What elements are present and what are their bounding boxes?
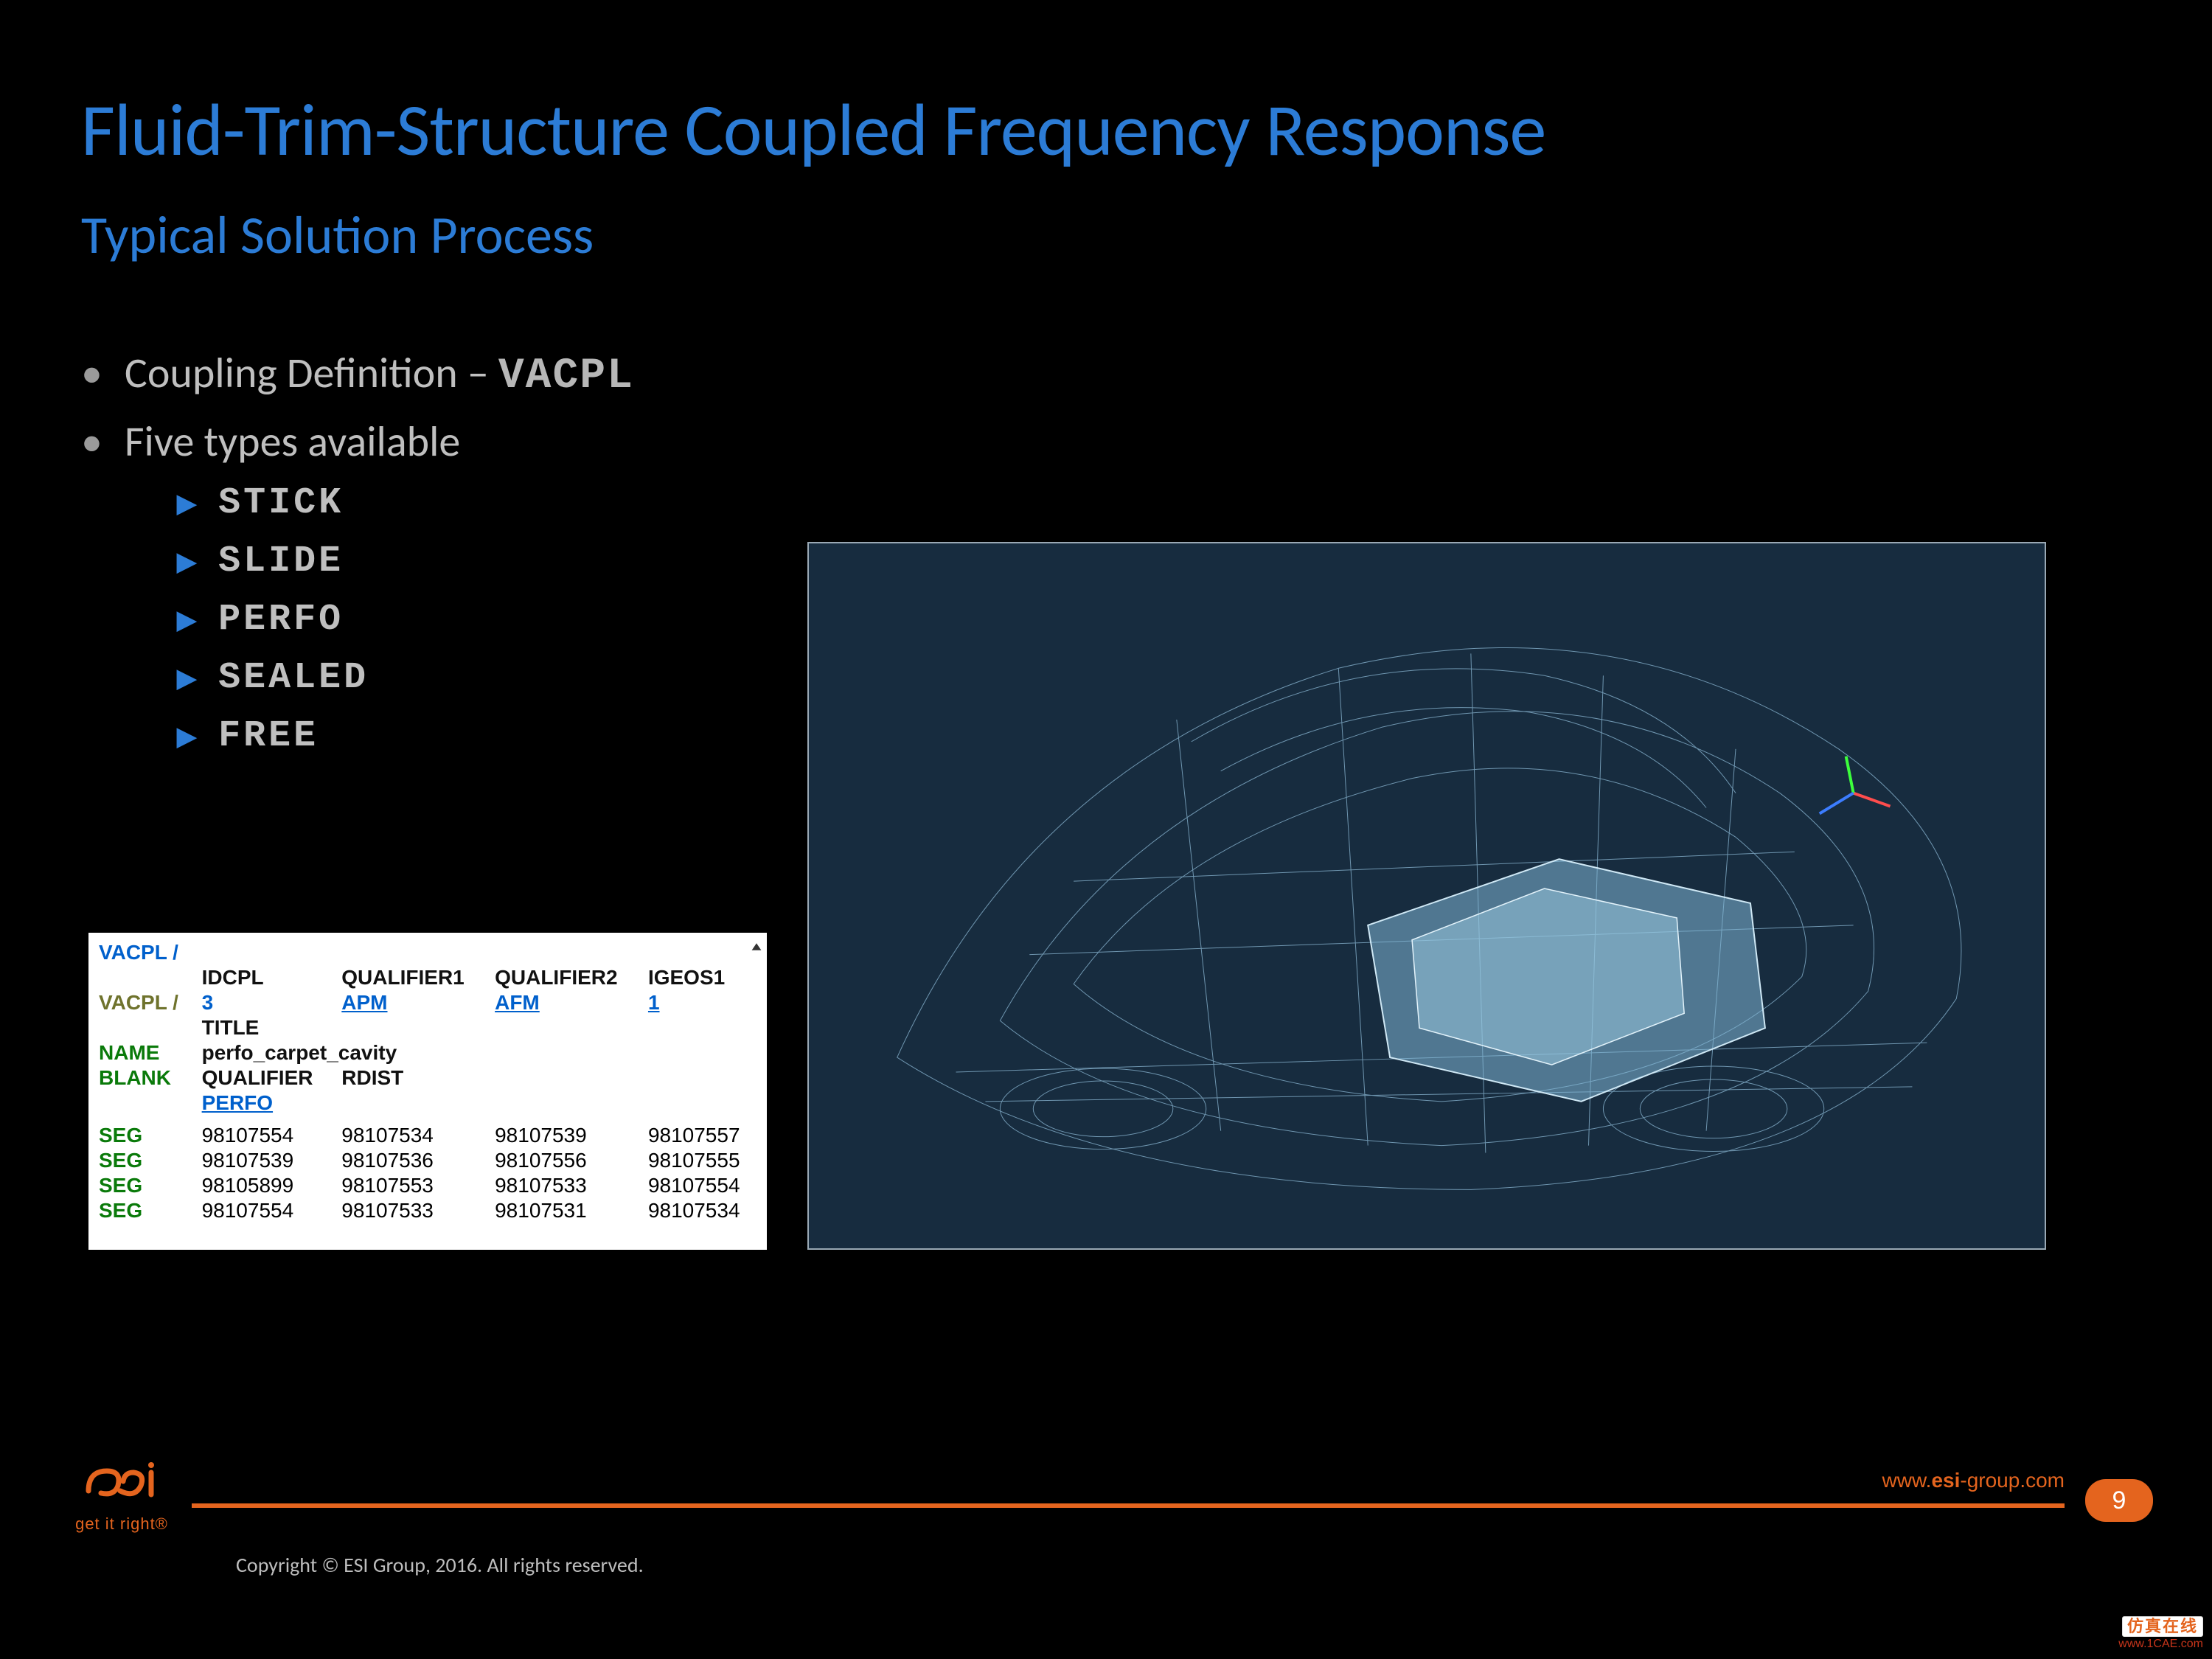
col-header: IDCPL <box>198 965 338 990</box>
cell: 98107534 <box>337 1123 490 1148</box>
bullet-text: Five types available <box>125 415 460 467</box>
watermark-label: 仿真在线 <box>2122 1616 2203 1637</box>
table-row: VACPL / <box>94 940 761 965</box>
bullet-l2-text: STICK <box>218 482 344 524</box>
brand-tagline: get it right® <box>59 1514 184 1534</box>
cell: 98107533 <box>490 1173 644 1198</box>
table-row: PERFO <box>94 1091 761 1116</box>
row-label: BLANK <box>94 1065 198 1091</box>
table-row: BLANK QUALIFIER RDIST <box>94 1065 761 1091</box>
arrow-icon: ▶ <box>177 489 196 518</box>
content-area: • Coupling Definition – VACPL • Five typ… <box>81 347 818 773</box>
cell-link[interactable]: AFM <box>490 990 644 1015</box>
scroll-up-icon[interactable] <box>751 934 762 946</box>
table-row: NAME perfo_carpet_cavity <box>94 1040 761 1065</box>
table-row: VACPL / 3 APM AFM 1 <box>94 990 761 1015</box>
bullet-l2: ▶ SLIDE <box>177 540 818 582</box>
table-row <box>94 1116 761 1123</box>
page-number-badge: 9 <box>2085 1479 2153 1522</box>
row-label: VACPL / <box>94 940 198 965</box>
cell: 98107531 <box>490 1198 644 1223</box>
bullet-dot-icon: • <box>81 420 102 463</box>
bullet-l2: ▶ SEALED <box>177 657 818 699</box>
bullet-l1: • Coupling Definition – VACPL <box>81 347 818 400</box>
bullet-dot-icon: • <box>81 352 102 394</box>
slide-title: Fluid-Trim-Structure Coupled Frequency R… <box>81 85 1545 175</box>
slide: Fluid-Trim-Structure Coupled Frequency R… <box>0 0 2212 1659</box>
footer-url: www.esi-group.com <box>1882 1469 2065 1492</box>
cell: 98107553 <box>337 1173 490 1198</box>
data-card: VACPL / IDCPL QUALIFIER1 QUALIFIER2 IGEO… <box>88 933 767 1250</box>
cell: 98107555 <box>644 1148 761 1173</box>
cell: 98105899 <box>198 1173 338 1198</box>
cell: 98107554 <box>198 1123 338 1148</box>
row-label: NAME <box>94 1040 198 1065</box>
cell: 98107534 <box>644 1198 761 1223</box>
row-label: SEG <box>94 1123 198 1148</box>
cell: 3 <box>198 990 338 1015</box>
cell: 98107536 <box>337 1148 490 1173</box>
bullet-l2-text: SLIDE <box>218 540 344 582</box>
row-label: SEG <box>94 1198 198 1223</box>
bullet-l2-text: SEALED <box>218 657 369 699</box>
cell: 98107554 <box>198 1198 338 1223</box>
car-wireframe-icon <box>809 543 2045 1248</box>
arrow-icon: ▶ <box>177 547 196 577</box>
table-row: SEG 98107554 98107533 98107531 98107534 <box>94 1198 761 1223</box>
bullet-l2: ▶ STICK <box>177 482 818 524</box>
cell-link[interactable]: PERFO <box>198 1091 338 1116</box>
table-row: TITLE <box>94 1015 761 1040</box>
col-header: QUALIFIER1 <box>337 965 490 990</box>
col-header: RDIST <box>337 1065 490 1091</box>
row-label: VACPL / <box>94 990 198 1015</box>
footer-url-prefix: www. <box>1882 1469 1932 1492</box>
footer-divider <box>192 1503 2065 1508</box>
footer-url-suffix: -group.com <box>1960 1469 2065 1492</box>
arrow-icon: ▶ <box>177 605 196 635</box>
bullet-l2-list: ▶ STICK ▶ SLIDE ▶ PERFO ▶ SEALED ▶ FREE <box>177 482 818 757</box>
viewport-3d[interactable] <box>807 542 2046 1250</box>
esi-logo-icon <box>77 1458 166 1509</box>
cell-link[interactable]: 1 <box>644 990 761 1015</box>
bullet-mono: VACPL <box>498 352 634 400</box>
table-row: IDCPL QUALIFIER1 QUALIFIER2 IGEOS1 <box>94 965 761 990</box>
brand-logo: get it right® <box>59 1458 184 1534</box>
bullet-l1: • Five types available <box>81 415 818 467</box>
slide-subtitle: Typical Solution Process <box>81 203 594 268</box>
bullet-l2: ▶ FREE <box>177 715 818 757</box>
bullet-l2-text: FREE <box>218 715 319 757</box>
cell: 98107554 <box>644 1173 761 1198</box>
cell: 98107539 <box>198 1148 338 1173</box>
cell-link[interactable]: APM <box>337 990 490 1015</box>
row-label: SEG <box>94 1148 198 1173</box>
arrow-icon: ▶ <box>177 722 196 751</box>
col-header: IGEOS1 <box>644 965 761 990</box>
table-row: SEG 98107554 98107534 98107539 98107557 <box>94 1123 761 1148</box>
cell: 98107539 <box>490 1123 644 1148</box>
table-row: SEG 98105899 98107553 98107533 98107554 <box>94 1173 761 1198</box>
cell: 98107556 <box>490 1148 644 1173</box>
watermark-url: www.1CAE.com <box>2118 1638 2203 1650</box>
copyright-text: Copyright © ESI Group, 2016. All rights … <box>236 1552 644 1578</box>
col-header: TITLE <box>198 1015 338 1040</box>
bullet-l2: ▶ PERFO <box>177 599 818 641</box>
watermark: 仿真在线 www.1CAE.com <box>2118 1616 2203 1650</box>
cell: 98107533 <box>337 1198 490 1223</box>
cell: 98107557 <box>644 1123 761 1148</box>
cell: perfo_carpet_cavity <box>198 1040 761 1065</box>
bullet-text: Coupling Definition – <box>125 347 498 399</box>
col-header: QUALIFIER2 <box>490 965 644 990</box>
row-label: SEG <box>94 1173 198 1198</box>
footer-url-bold: esi <box>1931 1469 1960 1492</box>
col-header: QUALIFIER <box>198 1065 338 1091</box>
data-table: VACPL / IDCPL QUALIFIER1 QUALIFIER2 IGEO… <box>94 940 761 1223</box>
bullet-l2-text: PERFO <box>218 599 344 641</box>
table-row: SEG 98107539 98107536 98107556 98107555 <box>94 1148 761 1173</box>
arrow-icon: ▶ <box>177 664 196 693</box>
